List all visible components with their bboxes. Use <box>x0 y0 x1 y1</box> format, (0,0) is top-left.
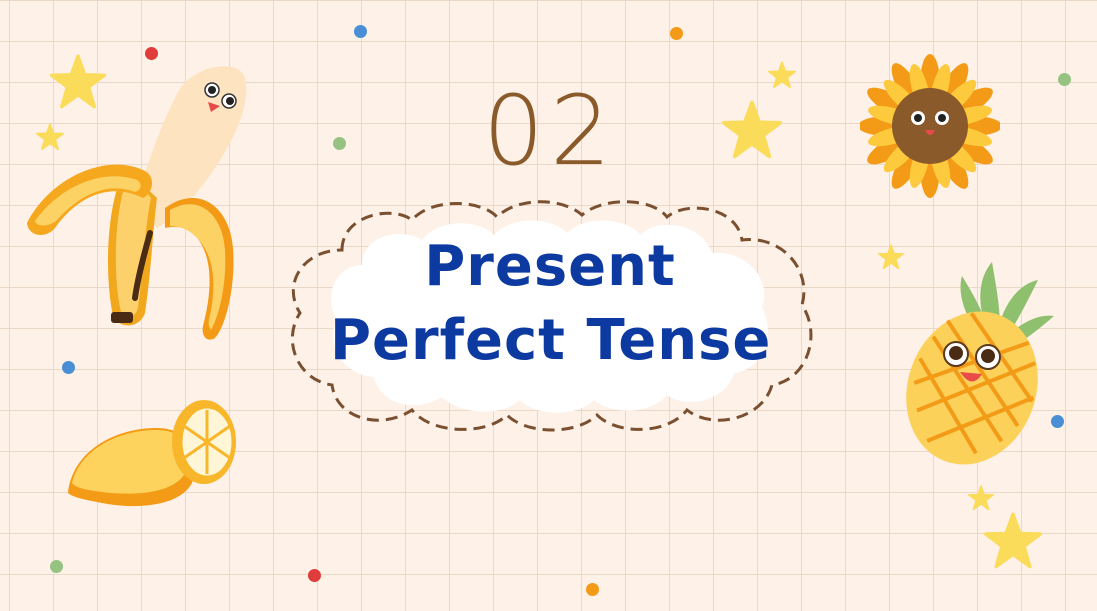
section-number: 02 <box>482 75 618 187</box>
title-line-1: Present <box>424 234 676 299</box>
confetti-dot-green <box>50 560 63 573</box>
confetti-dot-green <box>1058 73 1071 86</box>
star-icon <box>768 61 796 89</box>
confetti-dot-orange <box>586 583 599 596</box>
star-icon <box>968 485 994 511</box>
pineapple-icon <box>906 262 1054 465</box>
confetti-dot-red <box>308 569 321 582</box>
star-icon <box>722 100 782 159</box>
confetti-dot-green <box>333 137 346 150</box>
sunflower-icon <box>860 54 1000 198</box>
confetti-dot-orange <box>670 27 683 40</box>
confetti-dot-blue <box>354 25 367 38</box>
star-icon <box>984 512 1042 569</box>
title-line-2: Perfect Tense <box>330 308 772 373</box>
slide: 02 Present Perfect Tense <box>0 0 1097 611</box>
lemon-icon <box>68 400 236 507</box>
confetti-dot-blue <box>62 361 75 374</box>
slide-title: Present Perfect Tense <box>330 230 770 378</box>
banana-icon <box>27 66 247 340</box>
